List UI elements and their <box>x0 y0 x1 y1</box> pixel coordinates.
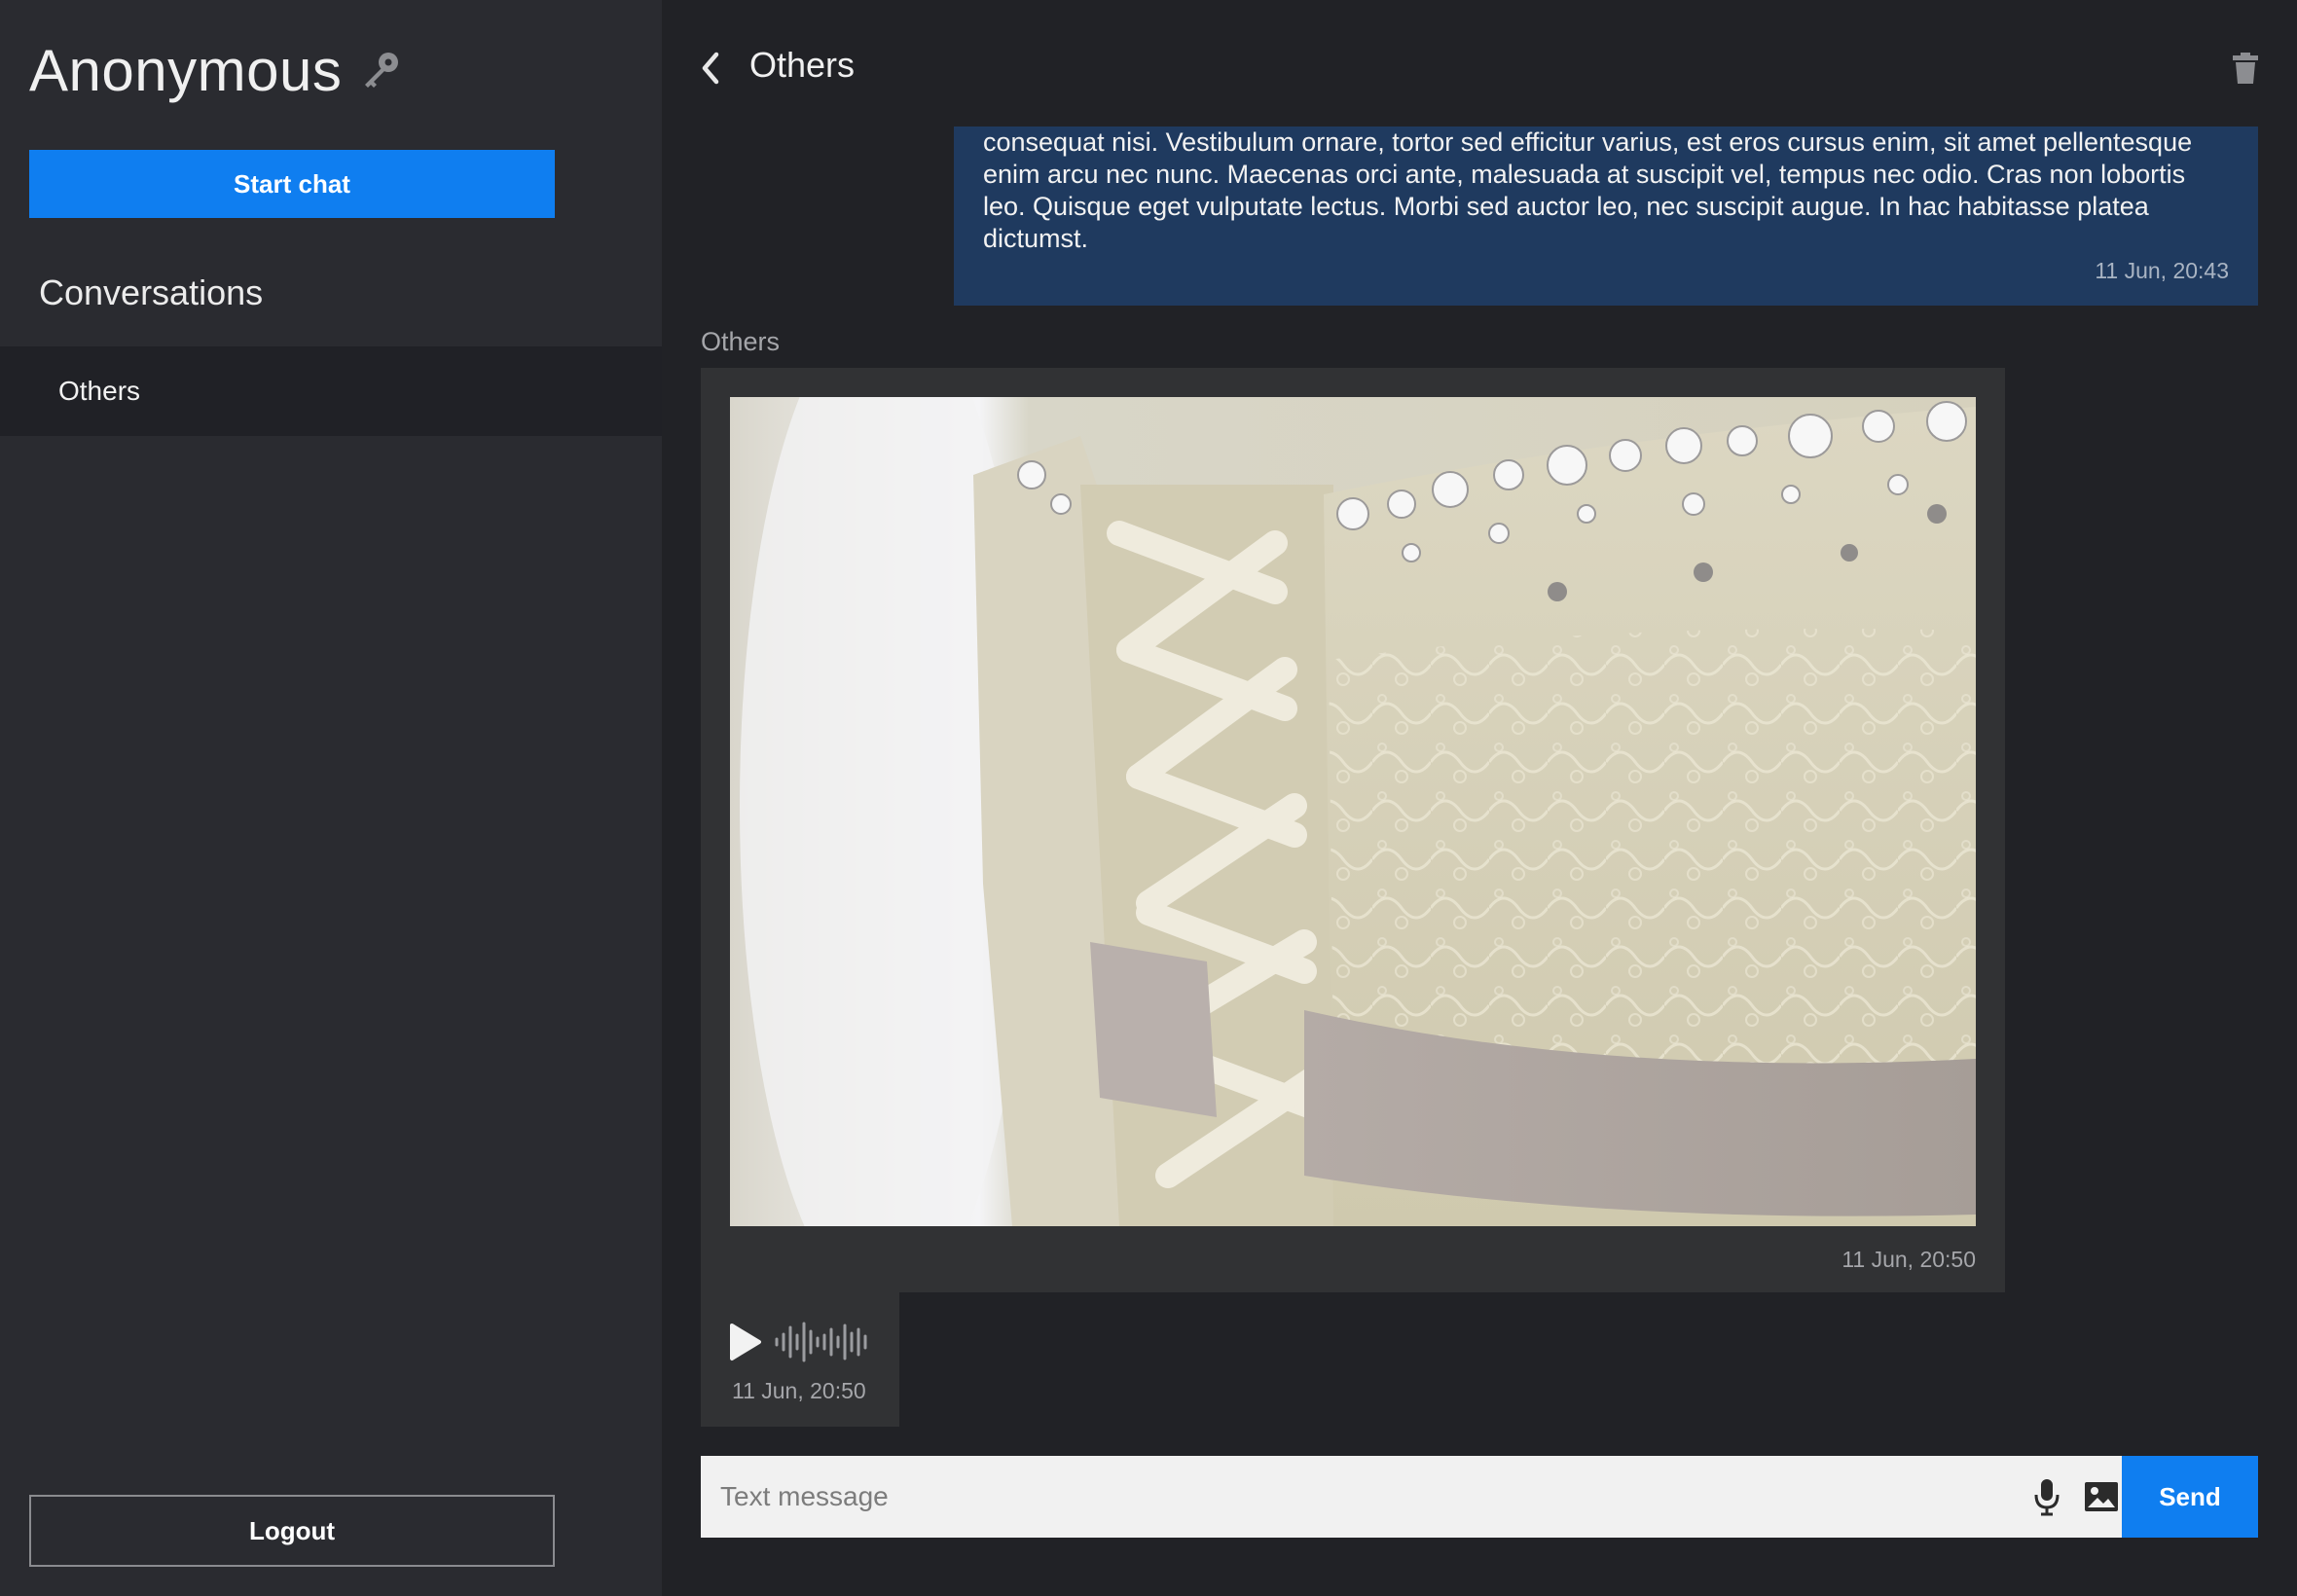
microphone-icon[interactable] <box>2032 1477 2061 1516</box>
conversations-heading: Conversations <box>39 272 264 312</box>
trash-icon[interactable] <box>2231 51 2260 86</box>
sidebar-header: Anonymous <box>29 29 402 111</box>
start-chat-button[interactable]: Start chat <box>29 150 555 218</box>
message-timestamp: 11 Jun, 20:50 <box>732 1378 866 1403</box>
logout-button[interactable]: Logout <box>29 1495 555 1567</box>
chevron-left-icon[interactable] <box>697 49 724 88</box>
chat-panel: Others consequat nisi. Vestibulum ornare… <box>662 0 2297 1596</box>
waveform-icon <box>773 1322 874 1362</box>
message-photo[interactable] <box>730 397 1976 1226</box>
message-composer: Send <box>701 1456 2258 1538</box>
key-icon[interactable] <box>359 49 402 91</box>
send-button[interactable]: Send <box>2122 1456 2258 1538</box>
conversation-list: Others <box>0 346 662 436</box>
message-input[interactable] <box>701 1456 2122 1538</box>
message-sender-label: Others <box>701 327 781 356</box>
conversation-item-label: Others <box>58 376 141 406</box>
message-text: consequat nisi. Vestibulum ornare, torto… <box>983 127 2193 253</box>
chat-header: Others <box>662 0 2297 127</box>
message-image: 11 Jun, 20:50 <box>701 368 2005 1292</box>
message-own-text: consequat nisi. Vestibulum ornare, torto… <box>954 127 2258 306</box>
message-timestamp: 11 Jun, 20:43 <box>2095 258 2229 283</box>
conversation-item-others[interactable]: Others <box>0 346 662 436</box>
chat-title: Others <box>749 45 856 85</box>
image-icon[interactable] <box>2083 1479 2120 1514</box>
sidebar: Anonymous Start chat Conversations Other… <box>0 0 662 1596</box>
play-icon[interactable] <box>728 1322 763 1362</box>
username-title: Anonymous <box>29 37 343 103</box>
message-timestamp: 11 Jun, 20:50 <box>1841 1247 1976 1272</box>
message-audio: 11 Jun, 20:50 <box>701 1292 899 1427</box>
